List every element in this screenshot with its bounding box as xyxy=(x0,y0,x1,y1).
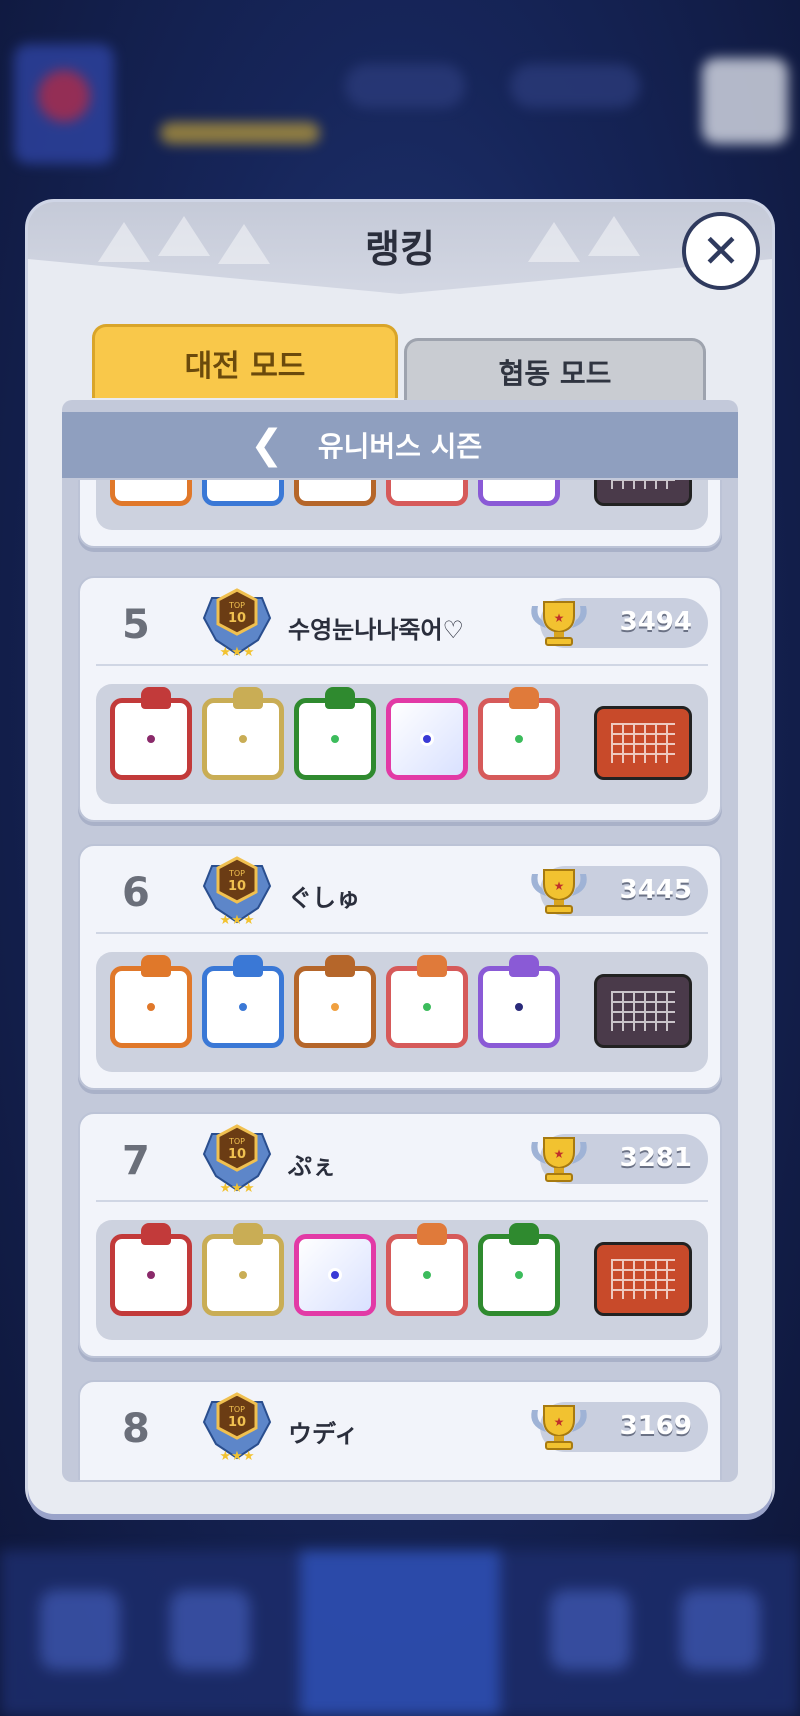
card-divider xyxy=(96,1200,708,1202)
ranking-card[interactable]: 7 TOP 10 ★★★ ぷぇ ★ 3281 xyxy=(78,1112,722,1358)
unit-card[interactable] xyxy=(478,1223,560,1316)
card-divider xyxy=(96,664,708,666)
ranking-panel: ❮ 유니버스 시즌 5 TOP 10 ★★★ 수영눈나나죽어♡ ★ 3494 6… xyxy=(62,400,738,1482)
unit-card[interactable] xyxy=(110,955,192,1048)
unit-card[interactable] xyxy=(202,1223,284,1316)
player-name: 수영눈나나죽어♡ xyxy=(288,616,465,644)
ranking-card-partial[interactable] xyxy=(78,480,722,548)
currency-gold-pill xyxy=(510,64,640,108)
currency-gem-pill xyxy=(345,64,465,108)
unit-card[interactable] xyxy=(294,1234,376,1316)
close-button[interactable]: ✕ xyxy=(682,212,760,290)
unit-card[interactable] xyxy=(478,687,560,780)
unit-card[interactable] xyxy=(294,480,376,506)
nav-events-icon xyxy=(680,1590,760,1670)
tab-coop-mode[interactable]: 협동 모드 xyxy=(404,338,706,402)
player-name: ぐしゅ xyxy=(288,884,360,912)
unit-card[interactable] xyxy=(202,687,284,780)
close-icon: ✕ xyxy=(701,224,741,278)
unit-card[interactable] xyxy=(386,480,468,506)
trophy-score: 3281 xyxy=(619,1143,692,1173)
svg-text:TOP: TOP xyxy=(228,869,245,878)
unit-card[interactable] xyxy=(202,955,284,1048)
background-bottom-nav xyxy=(0,1550,800,1716)
background-top-bar xyxy=(0,0,800,190)
modal-title: 랭킹 xyxy=(365,227,435,271)
rank-number: 7 xyxy=(122,1138,150,1184)
ranking-list[interactable]: 5 TOP 10 ★★★ 수영눈나나죽어♡ ★ 3494 6 TOP 10 ★★… xyxy=(62,480,738,1480)
map-card[interactable] xyxy=(594,1242,692,1316)
unit-card[interactable] xyxy=(294,687,376,780)
unit-card[interactable] xyxy=(478,955,560,1048)
map-card[interactable] xyxy=(594,974,692,1048)
unit-card[interactable] xyxy=(386,1223,468,1316)
trophy-score: 3169 xyxy=(619,1411,692,1441)
nav-battle-icon xyxy=(300,1550,500,1716)
season-label: 유니버스 시즌 xyxy=(317,430,483,463)
svg-text:★: ★ xyxy=(554,1147,565,1161)
map-card[interactable] xyxy=(594,480,692,506)
svg-text:10: 10 xyxy=(228,879,246,894)
svg-text:★★★: ★★★ xyxy=(220,645,255,660)
svg-text:TOP: TOP xyxy=(228,601,245,610)
svg-text:★: ★ xyxy=(554,611,565,625)
trophy-score: 3494 xyxy=(619,607,692,637)
svg-text:10: 10 xyxy=(228,1415,246,1430)
player-name: ぷぇ xyxy=(288,1152,336,1180)
map-card[interactable] xyxy=(594,706,692,780)
svg-text:★★★: ★★★ xyxy=(220,913,255,928)
nav-shop-icon xyxy=(40,1590,120,1670)
unit-card[interactable] xyxy=(110,1223,192,1316)
ranking-card[interactable]: 8 TOP 10 ★★★ ウディ ★ 3169 xyxy=(78,1380,722,1480)
ranking-modal: 랭킹 ✕ 대전 모드 협동 모드 ❮ 유니버스 시즌 5 TOP 10 ★★★ … xyxy=(28,202,772,1514)
rank-number: 5 xyxy=(122,602,150,648)
unit-card[interactable] xyxy=(110,480,192,506)
ranking-card[interactable]: 6 TOP 10 ★★★ ぐしゅ ★ 3445 xyxy=(78,844,722,1090)
svg-text:TOP: TOP xyxy=(228,1137,245,1146)
ranking-card[interactable]: 5 TOP 10 ★★★ 수영눈나나죽어♡ ★ 3494 xyxy=(78,576,722,822)
card-divider xyxy=(96,932,708,934)
unit-card[interactable] xyxy=(478,480,560,506)
unit-card[interactable] xyxy=(386,698,468,780)
svg-text:★: ★ xyxy=(554,1415,565,1429)
unit-card[interactable] xyxy=(202,480,284,506)
unit-card[interactable] xyxy=(294,955,376,1048)
unit-card[interactable] xyxy=(386,955,468,1048)
season-selector[interactable]: ❮ 유니버스 시즌 xyxy=(62,412,738,478)
menu-icon xyxy=(702,58,788,144)
svg-text:★★★: ★★★ xyxy=(220,1181,255,1196)
tab-battle-mode[interactable]: 대전 모드 xyxy=(92,324,398,398)
svg-text:★★★: ★★★ xyxy=(220,1449,255,1464)
top10-badge-icon: TOP 10 ★★★ xyxy=(202,588,272,660)
profile-badge xyxy=(14,44,114,164)
exp-bar xyxy=(160,122,320,144)
unit-card[interactable] xyxy=(110,687,192,780)
top10-badge-icon: TOP 10 ★★★ xyxy=(202,1124,272,1196)
trophy-score: 3445 xyxy=(619,875,692,905)
rank-number: 8 xyxy=(122,1406,150,1452)
svg-text:10: 10 xyxy=(228,611,246,626)
nav-cards-icon xyxy=(170,1590,250,1670)
rank-number: 6 xyxy=(122,870,150,916)
svg-text:TOP: TOP xyxy=(228,1405,245,1414)
top10-badge-icon: TOP 10 ★★★ xyxy=(202,856,272,928)
chevron-left-icon[interactable]: ❮ xyxy=(250,422,284,468)
top10-badge-icon: TOP 10 ★★★ xyxy=(202,1392,272,1464)
nav-clan-icon xyxy=(550,1590,630,1670)
svg-text:10: 10 xyxy=(228,1147,246,1162)
svg-text:★: ★ xyxy=(554,879,565,893)
player-name: ウディ xyxy=(288,1420,359,1448)
